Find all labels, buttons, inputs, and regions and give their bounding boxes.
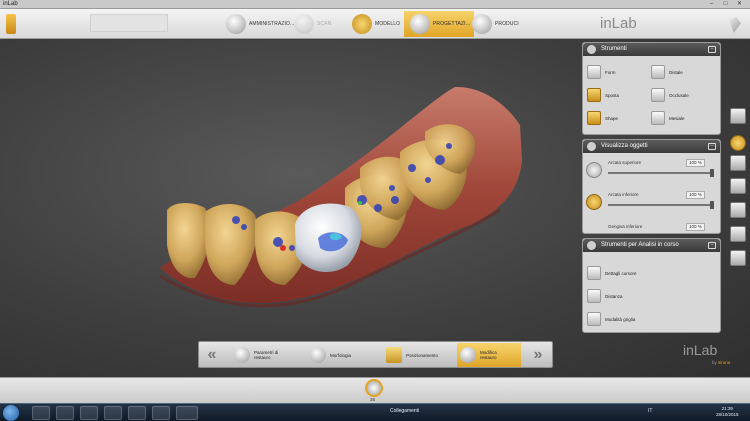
design-icon	[410, 14, 430, 34]
tooth-number: 36	[370, 397, 376, 402]
tool-form[interactable]: Form	[587, 63, 616, 81]
tool-distance[interactable]: Distanza	[587, 287, 623, 305]
explorer-icon[interactable]	[32, 406, 50, 420]
tools-panel: Strumenti – Form Distale Sposta Occlusal…	[582, 42, 721, 135]
produce-icon	[472, 14, 492, 34]
collapse-icon[interactable]: –	[708, 46, 716, 53]
clock[interactable]: 21:39 28/10/2015	[716, 406, 739, 418]
slider-knob[interactable]	[710, 169, 714, 177]
tooth-strip: 36	[0, 377, 750, 403]
chrome-icon[interactable]	[104, 406, 122, 420]
model-icon	[352, 14, 372, 34]
slider-knob[interactable]	[710, 201, 714, 209]
inlab-taskbar-icon[interactable]	[152, 406, 170, 420]
prev-phase-button[interactable]: «	[202, 346, 222, 364]
minimize-button[interactable]: –	[706, 1, 717, 8]
view-bottom-icon[interactable]	[730, 226, 746, 242]
upper-arch-icon[interactable]	[586, 162, 602, 178]
lower-arch-row: Arcata inferiore 100 %	[586, 191, 719, 216]
links-toolbar[interactable]: Collegamenti	[390, 408, 419, 414]
upper-arch-row: Arcata superiore 100 %	[586, 159, 719, 184]
tool-move[interactable]: Sposta	[587, 86, 619, 104]
step-design[interactable]: PROGETTAZI...	[404, 11, 475, 37]
window-titlebar: inLab – □ ✕	[0, 0, 750, 9]
analysis-panel-header: Strumenti per Analisi in corso –	[583, 239, 720, 252]
design-phase-bar: « Parametri di restauro Morfologia Posiz…	[198, 341, 553, 368]
tool-shape[interactable]: Shape	[587, 109, 618, 127]
lower-arch-icon[interactable]	[586, 194, 602, 210]
next-phase-button[interactable]: »	[528, 346, 548, 364]
internet-explorer-icon[interactable]	[80, 406, 98, 420]
tool-mesial[interactable]: Mesiale	[651, 109, 685, 127]
parameters-icon	[234, 347, 250, 363]
stage-restoration-parameters[interactable]: Parametri di restauro	[231, 343, 301, 367]
dental-model-render	[159, 86, 522, 308]
stage-edit-restoration[interactable]: Modifica restauro	[457, 343, 521, 367]
move-icon	[587, 88, 601, 102]
brand-logo: inLab	[600, 15, 637, 32]
window-title: inLab	[3, 1, 18, 7]
scan-icon	[294, 14, 314, 34]
tool-grid-mode[interactable]: Modalità griglia	[587, 310, 635, 328]
shape-icon	[587, 111, 601, 125]
analysis-panel: Strumenti per Analisi in corso – Dettagl…	[582, 238, 721, 333]
tools-icon	[587, 45, 596, 54]
step-model[interactable]: MODELLO	[352, 11, 400, 37]
stage-morphology[interactable]: Morfologia	[307, 343, 377, 367]
view-top-icon[interactable]	[730, 202, 746, 218]
analysis-icon	[587, 241, 596, 250]
form-icon	[587, 65, 601, 79]
grid-icon	[587, 312, 601, 326]
tool-occlusal[interactable]: Occlusale	[651, 86, 689, 104]
tools-panel-header: Strumenti –	[583, 43, 720, 56]
tool-distal[interactable]: Distale	[651, 63, 683, 81]
edit-restoration-icon	[460, 347, 476, 363]
upper-arch-slider[interactable]	[608, 172, 712, 174]
view-objects-panel: Visualizza oggetti – Arcata superiore 10…	[582, 139, 721, 234]
step-produce[interactable]: PRODUCI	[472, 11, 519, 37]
sirona-mark-icon	[729, 17, 741, 33]
view-objects-panel-header: Visualizza oggetti –	[583, 140, 720, 153]
occlusal-icon	[651, 88, 665, 102]
view-left-icon[interactable]	[730, 178, 746, 194]
view-front-icon[interactable]	[730, 135, 746, 151]
lower-arch-slider[interactable]	[608, 204, 712, 206]
app-logo-icon	[6, 14, 16, 34]
lower-gingiva-row: Gengiva inferiore 100 %	[586, 223, 719, 234]
start-button[interactable]	[3, 405, 19, 421]
maximize-button[interactable]: □	[720, 1, 731, 8]
stage-positioning[interactable]: Posizionamento	[383, 343, 453, 367]
case-name-field[interactable]	[90, 14, 168, 32]
inlab-window-taskbar-icon[interactable]	[176, 406, 198, 420]
mesial-icon	[651, 111, 665, 125]
skype-icon[interactable]	[128, 406, 146, 420]
cursor-details-icon	[587, 266, 601, 280]
workflow-toolbar: AMMINISTRAZIO... SCAN MODELLO PROGETTAZI…	[0, 9, 750, 39]
media-player-icon[interactable]	[56, 406, 74, 420]
brand-logo-bottom: inLab	[683, 342, 718, 358]
tooth-selector-icon[interactable]	[365, 379, 383, 397]
step-administration[interactable]: AMMINISTRAZIO...	[226, 11, 295, 37]
brand-maker: by sirona	[712, 360, 731, 365]
positioning-icon	[386, 347, 402, 363]
language-indicator[interactable]: IT	[648, 408, 652, 414]
eye-icon	[587, 142, 596, 151]
view-back-icon[interactable]	[730, 250, 746, 266]
collapse-icon[interactable]: –	[708, 143, 716, 150]
os-taskbar: Collegamenti IT 21:39 28/10/2015	[0, 403, 750, 421]
distance-icon	[587, 289, 601, 303]
distal-icon	[651, 65, 665, 79]
tool-cursor-details[interactable]: Dettagli cursore	[587, 264, 637, 282]
view-right-icon[interactable]	[730, 155, 746, 171]
close-button[interactable]: ✕	[734, 1, 745, 8]
administration-icon	[226, 14, 246, 34]
collapse-icon[interactable]: –	[708, 242, 716, 249]
morphology-icon	[310, 347, 326, 363]
view-cube-icon[interactable]	[730, 108, 746, 124]
step-scan: SCAN	[294, 11, 331, 37]
